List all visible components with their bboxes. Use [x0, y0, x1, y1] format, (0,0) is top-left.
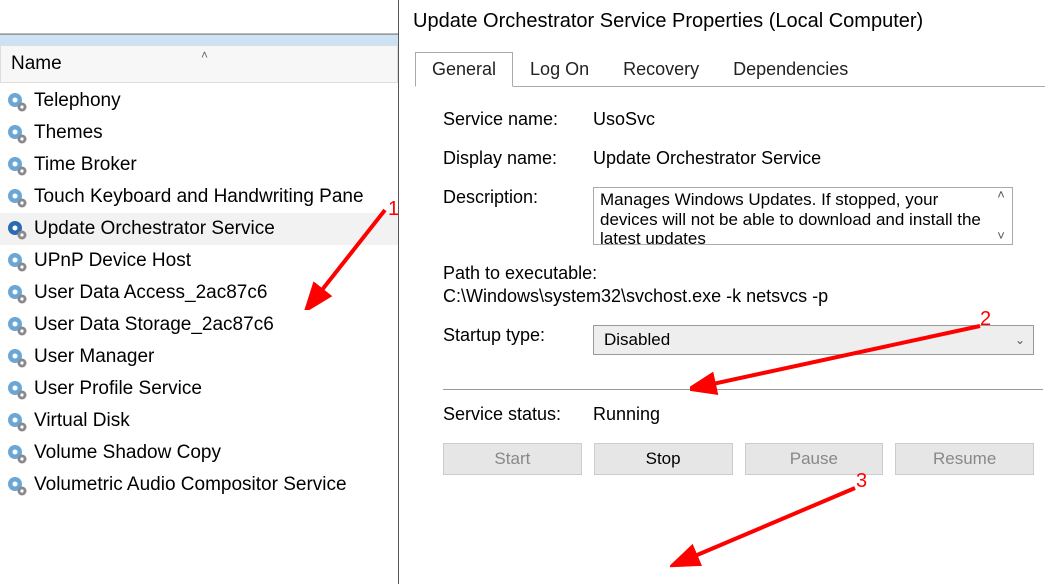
service-row-label: Themes [34, 122, 103, 144]
service-row[interactable]: User Profile Service [0, 373, 398, 405]
gear-icon [4, 345, 28, 369]
display-name-label: Display name: [443, 148, 593, 169]
general-tab-content: Service name: UsoSvc Display name: Updat… [399, 87, 1058, 475]
service-row-label: User Manager [34, 346, 154, 368]
path-value: C:\Windows\system32\svchost.exe -k netsv… [443, 286, 1034, 307]
service-row[interactable]: Telephony [0, 85, 398, 117]
startup-type-value: Disabled [604, 330, 670, 350]
tab-general[interactable]: General [415, 52, 513, 87]
gear-icon [4, 89, 28, 113]
service-row[interactable]: Time Broker [0, 149, 398, 181]
display-name-value: Update Orchestrator Service [593, 148, 1034, 169]
tab-log-on[interactable]: Log On [513, 52, 606, 87]
service-row-label: Update Orchestrator Service [34, 218, 275, 240]
gear-icon [4, 441, 28, 465]
tab-recovery[interactable]: Recovery [606, 52, 716, 87]
gear-icon [4, 249, 28, 273]
service-row-label: User Profile Service [34, 378, 202, 400]
description-text: Manages Windows Updates. If stopped, you… [600, 190, 981, 245]
scroll-down-icon[interactable]: ˅ [997, 229, 1005, 244]
service-status-value: Running [593, 404, 1034, 425]
service-row[interactable]: Update Orchestrator Service [0, 213, 398, 245]
start-button-label: Start [494, 449, 530, 469]
dialog-title: Update Orchestrator Service Properties (… [399, 0, 1058, 43]
description-box[interactable]: Manages Windows Updates. If stopped, you… [593, 187, 1013, 245]
service-row-label: Time Broker [34, 154, 137, 176]
scroll-up-icon[interactable]: ˄ [997, 188, 1005, 203]
resume-button-label: Resume [933, 449, 996, 469]
description-label: Description: [443, 187, 593, 245]
column-header-name[interactable]: Name ˄ [0, 45, 398, 83]
service-row[interactable]: UPnP Device Host [0, 245, 398, 277]
service-row[interactable]: Volumetric Audio Compositor Service [0, 469, 398, 501]
column-header-name-label: Name [11, 53, 62, 75]
gear-icon [4, 281, 28, 305]
service-row-label: UPnP Device Host [34, 250, 191, 272]
chevron-down-icon: ⌄ [1015, 333, 1025, 347]
startup-type-label: Startup type: [443, 325, 593, 355]
service-row[interactable]: Themes [0, 117, 398, 149]
divider [443, 389, 1043, 390]
service-row-label: Volumetric Audio Compositor Service [34, 474, 347, 496]
service-row[interactable]: Volume Shadow Copy [0, 437, 398, 469]
service-row-label: User Data Storage_2ac87c6 [34, 314, 274, 336]
service-row-label: User Data Access_2ac87c6 [34, 282, 267, 304]
left-top-gap [0, 0, 398, 34]
services-list-panel: Name ˄ Telephony Themes Time Broker Touch K… [0, 34, 398, 584]
gear-icon [4, 409, 28, 433]
path-label: Path to executable: [443, 263, 1034, 284]
startup-type-select[interactable]: Disabled ⌄ [593, 325, 1034, 355]
pause-button[interactable]: Pause [745, 443, 884, 475]
gear-icon [4, 185, 28, 209]
gear-icon [4, 217, 28, 241]
tab-strip: GeneralLog OnRecoveryDependencies [415, 51, 1045, 87]
service-row-label: Volume Shadow Copy [34, 442, 221, 464]
gear-icon [4, 473, 28, 497]
service-name-value: UsoSvc [593, 109, 1034, 130]
service-row-label: Telephony [34, 90, 121, 112]
service-row[interactable]: User Data Access_2ac87c6 [0, 277, 398, 309]
service-status-label: Service status: [443, 404, 593, 425]
service-row[interactable]: Virtual Disk [0, 405, 398, 437]
service-properties-dialog: Update Orchestrator Service Properties (… [398, 0, 1058, 584]
gear-icon [4, 377, 28, 401]
stop-button-label: Stop [646, 449, 681, 469]
gear-icon [4, 121, 28, 145]
service-row[interactable]: User Manager [0, 341, 398, 373]
service-control-buttons: Start Stop Pause Resume [443, 443, 1034, 475]
tab-dependencies[interactable]: Dependencies [716, 52, 865, 87]
service-name-label: Service name: [443, 109, 593, 130]
start-button[interactable]: Start [443, 443, 582, 475]
stop-button[interactable]: Stop [594, 443, 733, 475]
resume-button[interactable]: Resume [895, 443, 1034, 475]
gear-icon [4, 153, 28, 177]
description-scrollbar[interactable]: ˄ ˅ [992, 188, 1010, 244]
list-header-row[interactable]: Name ˄ [0, 35, 398, 83]
sort-arrow-icon: ˄ [201, 48, 208, 62]
service-row-label: Touch Keyboard and Handwriting Pane [34, 186, 364, 208]
service-list: Telephony Themes Time Broker Touch Keyboard… [0, 83, 398, 501]
service-row[interactable]: Touch Keyboard and Handwriting Pane [0, 181, 398, 213]
service-row-label: Virtual Disk [34, 410, 130, 432]
service-row[interactable]: User Data Storage_2ac87c6 [0, 309, 398, 341]
pause-button-label: Pause [790, 449, 838, 469]
gear-icon [4, 313, 28, 337]
